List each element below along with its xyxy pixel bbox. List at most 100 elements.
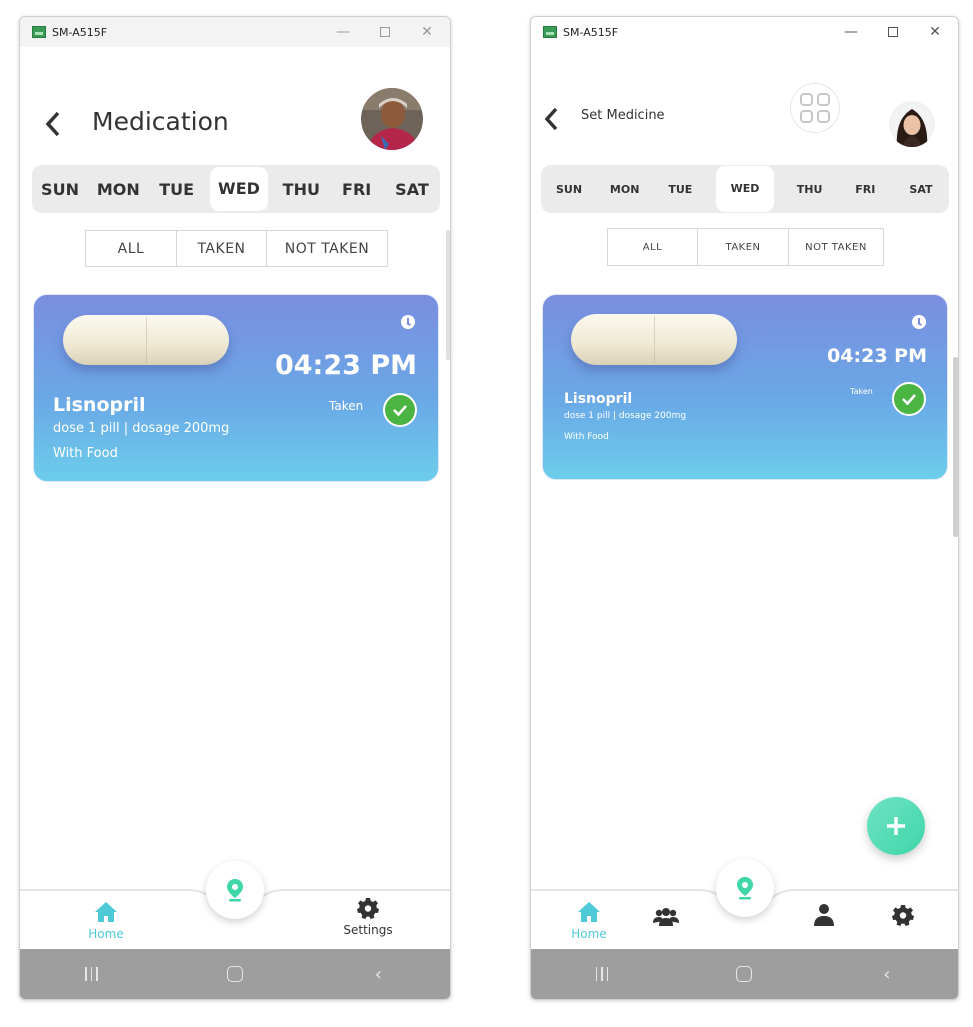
medication-time: 04:23 PM (827, 345, 927, 367)
nav-home-label: Home (571, 927, 607, 941)
bottom-navigation: Home (531, 859, 958, 951)
day-tue[interactable]: TUE (155, 180, 199, 199)
maximize-button[interactable] (364, 17, 406, 47)
home-icon (95, 902, 117, 922)
avatar[interactable] (361, 88, 423, 150)
back-button[interactable] (543, 107, 559, 131)
filter-tabs: ALL TAKEN NOT TAKEN (85, 230, 388, 267)
day-selector: SUN MON TUE WED THU FRI SAT (32, 165, 440, 213)
day-sat[interactable]: SAT (390, 180, 434, 199)
medication-food: With Food (564, 432, 609, 442)
check-icon[interactable] (892, 382, 926, 416)
day-sat[interactable]: SAT (901, 183, 941, 196)
back-system-button[interactable]: ‹ (857, 964, 917, 985)
home-system-button[interactable] (205, 966, 265, 982)
grid-icon[interactable] (790, 83, 840, 133)
medication-food: With Food (53, 446, 118, 461)
medication-dosage: dose 1 pill | dosage 200mg (564, 411, 687, 421)
scrollbar[interactable] (953, 357, 958, 537)
recent-apps-button[interactable] (62, 967, 122, 981)
medication-dosage: dose 1 pill | dosage 200mg (53, 421, 230, 436)
location-pin-icon (227, 879, 243, 902)
app-icon (543, 26, 557, 38)
add-medicine-button[interactable] (867, 797, 925, 855)
filter-taken[interactable]: TAKEN (698, 229, 789, 265)
medication-name: Lisnopril (53, 394, 146, 416)
nav-settings[interactable] (888, 904, 918, 930)
nav-settings[interactable]: Settings (334, 897, 402, 937)
filter-all[interactable]: ALL (86, 231, 177, 266)
day-wed[interactable]: WED (715, 166, 774, 212)
filter-taken[interactable]: TAKEN (177, 231, 267, 266)
day-sun[interactable]: SUN (549, 183, 589, 196)
minimize-button[interactable]: — (322, 17, 364, 47)
minimize-button[interactable]: — (830, 17, 872, 47)
day-fri[interactable]: FRI (335, 180, 379, 199)
close-button[interactable]: ✕ (914, 17, 956, 47)
avatar[interactable] (889, 101, 935, 147)
medication-card[interactable]: 04:23 PM Lisnopril dose 1 pill | dosage … (33, 294, 439, 482)
clock-icon (401, 315, 415, 329)
system-navigation-bar: ‹ (20, 949, 450, 999)
filter-not-taken[interactable]: NOT TAKEN (789, 229, 883, 265)
filter-tabs: ALL TAKEN NOT TAKEN (607, 228, 884, 266)
device-window-medication: SM-A515F — ✕ Medication SUN MON TUE WED … (19, 16, 451, 1000)
system-navigation-bar: ‹ (531, 949, 958, 999)
home-icon (578, 902, 600, 922)
day-fri[interactable]: FRI (845, 183, 885, 196)
users-icon (653, 908, 679, 926)
chevron-left-icon (45, 111, 60, 137)
close-button[interactable]: ✕ (406, 17, 448, 47)
window-title: SM-A515F (563, 25, 619, 39)
window-titlebar[interactable]: SM-A515F — ✕ (20, 17, 450, 47)
pill-image (63, 315, 229, 365)
nav-home[interactable]: Home (569, 901, 609, 941)
nav-settings-label: Settings (343, 923, 393, 937)
medication-name: Lisnopril (564, 391, 633, 407)
taken-label: Taken (850, 387, 873, 396)
pill-image (571, 314, 737, 365)
device-window-set-medicine: SM-A515F — ✕ Set Medicine SUN MON TUE WE… (530, 16, 959, 1000)
day-wed[interactable]: WED (209, 167, 268, 211)
app-screen: Set Medicine SUN MON TUE WED THU FRI SAT… (531, 47, 958, 999)
check-icon[interactable] (383, 393, 417, 427)
page-title: Medication (92, 107, 229, 136)
back-system-button[interactable]: ‹ (348, 964, 408, 985)
window-title: SM-A515F (52, 25, 108, 39)
location-button[interactable] (206, 861, 264, 919)
page-title: Set Medicine (581, 108, 665, 123)
medication-card[interactable]: 04:23 PM Lisnopril dose 1 pill | dosage … (542, 294, 948, 480)
back-button[interactable] (44, 111, 62, 137)
filter-all[interactable]: ALL (608, 229, 698, 265)
app-icon (32, 26, 46, 38)
day-sun[interactable]: SUN (38, 180, 82, 199)
clock-icon (912, 315, 926, 329)
nav-profile[interactable] (809, 903, 839, 931)
chevron-left-icon (544, 107, 558, 131)
day-tue[interactable]: TUE (660, 183, 700, 196)
nav-home-label: Home (88, 927, 124, 941)
plus-icon (887, 817, 905, 835)
window-titlebar[interactable]: SM-A515F — ✕ (531, 17, 958, 47)
nav-family[interactable] (651, 907, 681, 931)
location-pin-icon (737, 877, 753, 900)
scrollbar[interactable] (446, 230, 450, 360)
taken-label: Taken (329, 399, 364, 413)
day-thu[interactable]: THU (279, 180, 323, 199)
home-system-button[interactable] (714, 966, 774, 982)
gear-icon (357, 898, 379, 919)
gear-icon (892, 905, 914, 926)
day-thu[interactable]: THU (790, 183, 830, 196)
day-mon[interactable]: MON (93, 180, 143, 199)
app-screen: Medication SUN MON TUE WED THU FRI SAT A… (20, 47, 450, 999)
day-mon[interactable]: MON (605, 183, 645, 196)
bottom-navigation: Home Settings (20, 861, 450, 951)
nav-home[interactable]: Home (86, 901, 126, 941)
filter-not-taken[interactable]: NOT TAKEN (267, 231, 387, 266)
day-selector: SUN MON TUE WED THU FRI SAT (541, 165, 949, 213)
recent-apps-button[interactable] (572, 967, 632, 981)
maximize-button[interactable] (872, 17, 914, 47)
location-button[interactable] (716, 859, 774, 917)
user-icon (814, 904, 834, 926)
medication-time: 04:23 PM (274, 350, 417, 381)
